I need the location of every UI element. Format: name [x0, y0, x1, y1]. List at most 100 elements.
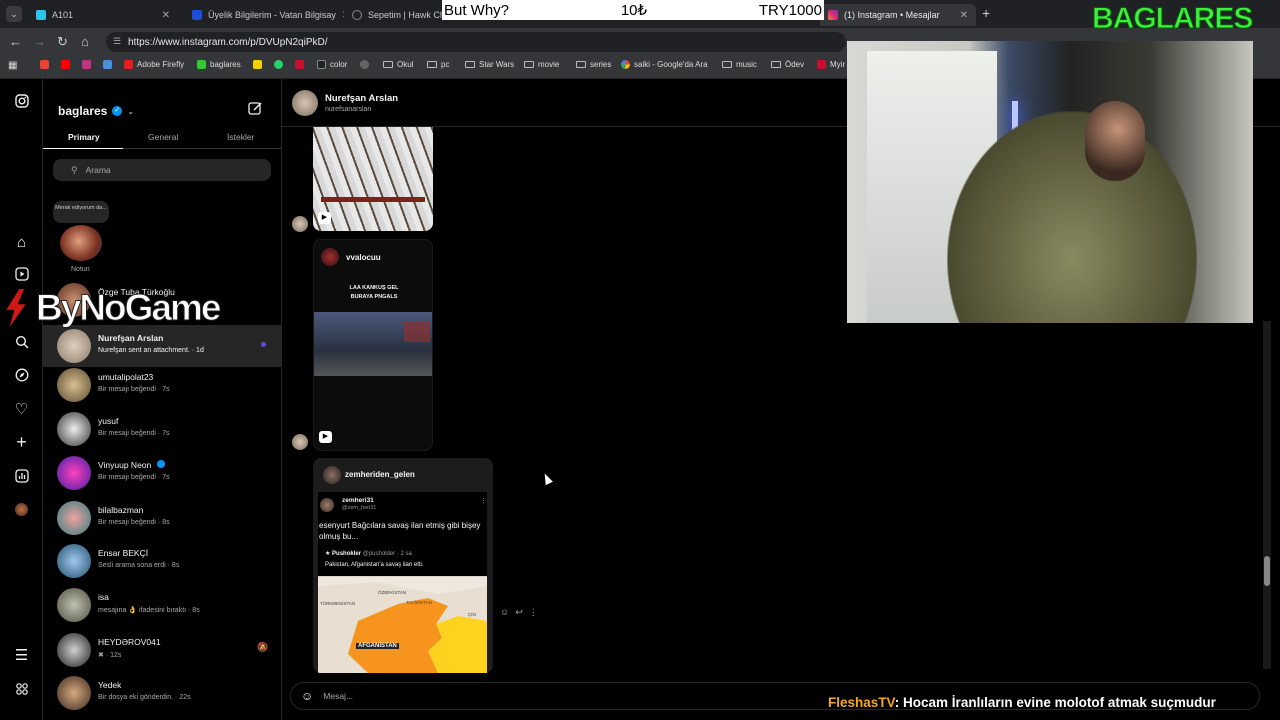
bookmark-label: movie: [538, 60, 560, 69]
bookmark-label: Ödev: [785, 60, 805, 69]
tab-general[interactable]: General: [148, 132, 178, 142]
thread-row[interactable]: HEYDƏROV041 ✖ · 12s 🔕: [43, 629, 282, 671]
back-icon[interactable]: ←: [9, 34, 22, 49]
bookmark-baglares[interactable]: baglares: [197, 60, 241, 69]
bookmark-app-icon[interactable]: [103, 60, 112, 69]
thread-row[interactable]: Nurefşan Arslan Nurefşan sent an attachme…: [43, 325, 282, 367]
new-message-icon[interactable]: [248, 101, 263, 119]
reels-icon[interactable]: [13, 267, 30, 284]
donation-amount: 10₺: [620, 2, 648, 19]
home-icon[interactable]: ⌂: [13, 234, 30, 251]
tweet-more-icon[interactable]: ⋮: [480, 497, 487, 505]
more-options-icon[interactable]: ⋮: [529, 607, 538, 618]
map-image: ÖZBEKİSTAN TACİKİSTAN TÜRKMENİSTAN ÇİN A…: [318, 576, 487, 673]
star-icon: ★: [325, 551, 333, 557]
thread-preview: Bir mesajı beğendi · 7s: [98, 386, 170, 393]
dashboard-icon[interactable]: [13, 469, 30, 486]
threads-icon[interactable]: [13, 682, 30, 699]
search-field[interactable]: ⚲ Arama: [53, 159, 271, 181]
tab-label: Sepetim | Hawk Char: [368, 10, 442, 20]
chat-name[interactable]: Nurefşan Arslan: [325, 93, 398, 104]
ticker-user: FleshasTV: [828, 695, 895, 710]
bookmark-pinterest-icon[interactable]: [295, 60, 304, 69]
chat-scrollbar[interactable]: [1263, 321, 1271, 669]
reply-icon[interactable]: ↩: [515, 607, 523, 618]
tab-primary[interactable]: Primary: [68, 132, 100, 142]
forward-icon[interactable]: →: [33, 34, 46, 49]
thread-preview: Bir mesajı beğendi · 8s: [98, 519, 170, 526]
bookmark-myir[interactable]: Myir: [817, 60, 845, 69]
bookmark-folder-movie[interactable]: movie: [524, 60, 559, 69]
bookmark-instagram-icon[interactable]: [82, 60, 91, 69]
thread-preview: mesajına 👌 ifadesini bıraktı · 8s: [98, 607, 200, 614]
thread-row[interactable]: Yedek Bir dosya eki gönderdin. · 22s: [43, 672, 282, 714]
bookmark-color[interactable]: color: [317, 60, 347, 69]
tab-hawk[interactable]: Sepetim | Hawk Char: [344, 4, 442, 26]
heart-icon[interactable]: ♡: [13, 401, 30, 418]
account-switcher[interactable]: baglares ✓ ⌄: [58, 104, 134, 118]
folder-icon: [524, 61, 534, 68]
bookmark-google-search[interactable]: saiki - Google'da Ara: [621, 60, 708, 69]
thread-row[interactable]: yusuf Bir mesajı beğendi · 7s: [43, 408, 282, 450]
tweet-card: zemheri31 @zem_heri31 ⋮ esenyurt Bağcıla…: [318, 492, 487, 673]
tab-vatan[interactable]: Üyelik Bilgilerim - Vatan Bilgisay ✕: [184, 4, 344, 26]
my-note-avatar[interactable]: [60, 225, 102, 261]
close-icon[interactable]: ✕: [162, 10, 170, 21]
bookmark-gmail-icon[interactable]: [40, 60, 49, 69]
url-text: https://www.instagram.com/p/DVUpN2qiPkD/: [128, 36, 328, 48]
game-hud: [404, 322, 430, 342]
bookmark-folder-okul[interactable]: Okul: [383, 60, 413, 69]
thread-row[interactable]: bilalbazman Bir mesajı beğendi · 8s: [43, 497, 282, 539]
thread-row[interactable]: isa mesajına 👌 ifadesini bıraktı · 8s: [43, 584, 282, 626]
bookmark-folder-series[interactable]: series: [576, 60, 611, 69]
bookmark-globe-icon[interactable]: [360, 60, 369, 69]
thread-row[interactable]: Vinyuup Neon Bir mesajı beğendi · 7s: [43, 452, 282, 494]
react-emoji-icon[interactable]: ☺: [500, 607, 509, 618]
url-field[interactable]: ☰ https://www.instagram.com/p/DVUpN2qiPk…: [106, 32, 846, 52]
scroll-thumb[interactable]: [1264, 556, 1270, 586]
profile-avatar[interactable]: [15, 503, 28, 516]
bookmark-adobe-firefly[interactable]: Adobe Firefly: [124, 60, 184, 69]
thread-avatar: [57, 329, 91, 363]
create-plus-icon[interactable]: +: [13, 433, 30, 451]
explore-icon[interactable]: [13, 368, 30, 385]
bookmark-label: saiki - Google'da Ara: [634, 60, 708, 69]
shared-post-snow[interactable]: ▶: [313, 127, 433, 231]
channel-brand: BAGLARES: [1091, 2, 1253, 36]
bookmark-whatsapp-icon[interactable]: [274, 60, 283, 69]
bookmark-folder-pc[interactable]: pc: [427, 60, 449, 69]
instagram-logo-icon[interactable]: [13, 94, 30, 111]
thread-preview: Bir dosya eki gönderdin. · 22s: [98, 694, 191, 701]
chat-avatar[interactable]: [292, 90, 318, 116]
bookmark-folder-music[interactable]: music: [722, 60, 757, 69]
thread-row[interactable]: umutalipolat23 Bir mesajı beğendi · 7s: [43, 364, 282, 406]
bookmark-label: color: [330, 60, 348, 69]
search-icon[interactable]: [13, 335, 30, 352]
close-icon[interactable]: ✕: [960, 10, 968, 21]
bookmark-s-icon[interactable]: [253, 60, 262, 69]
tab-a101[interactable]: A101 ✕: [28, 4, 178, 26]
map-label-turkmenistan: TÜRKMENİSTAN: [320, 601, 356, 606]
thread-row[interactable]: Ensar BEKÇİ Sesli arama sona erdi · 8s: [43, 540, 282, 582]
quote-text: Pakistan, Afganistan'a savaş ilan etti.: [325, 562, 424, 568]
home-icon[interactable]: ⌂: [81, 34, 89, 49]
tab-list-dropdown[interactable]: ⌄: [6, 6, 22, 22]
tab-requests[interactable]: İstekler: [227, 132, 254, 142]
tab-instagram[interactable]: (1) Instagram • Mesajlar ✕: [820, 4, 976, 26]
post-author: vvalocuu: [346, 253, 381, 262]
chevron-down-icon: ⌄: [127, 106, 135, 116]
tab-label: (1) Instagram • Mesajlar: [844, 10, 940, 20]
shared-post-vvalocuu[interactable]: vvalocuu LAA KANKUŞ GEL BURAYA PNGALS ▶: [313, 239, 433, 451]
emoji-icon[interactable]: ☺: [301, 689, 313, 703]
shared-post-zemheriden[interactable]: zemheriden_gelen zemheri31 @zem_heri31 ⋮…: [313, 458, 493, 673]
new-tab-button[interactable]: +: [982, 5, 990, 21]
apps-icon[interactable]: ▦: [8, 60, 17, 71]
site-info-icon[interactable]: ☰: [113, 36, 121, 47]
bookmark-folder-odev[interactable]: Ödev: [771, 60, 804, 69]
reload-icon[interactable]: ↻: [57, 34, 68, 50]
menu-icon[interactable]: ☰: [13, 647, 30, 664]
bookmark-youtube-icon[interactable]: [61, 60, 70, 69]
thread-avatar: [57, 501, 91, 535]
bookmark-label: Adobe Firefly: [137, 60, 185, 69]
bookmark-folder-starwars[interactable]: Star Wars: [465, 60, 514, 69]
